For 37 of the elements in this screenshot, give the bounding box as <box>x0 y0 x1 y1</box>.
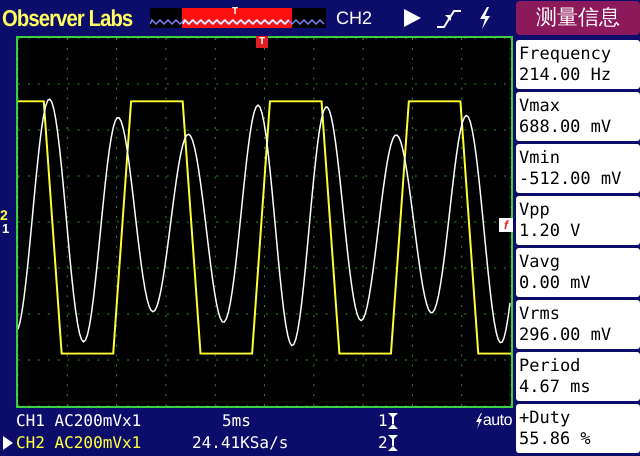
measurement-value: 4.67 ms <box>519 376 592 398</box>
measurement-value: -512.00 mV <box>519 168 622 190</box>
measurement-label: Period <box>519 356 582 376</box>
measurement-label: Vavg <box>519 252 561 272</box>
lightning-icon[interactable] <box>478 7 492 29</box>
measurement-value: 55.86 % <box>519 428 592 450</box>
ch2-marker: 2 <box>0 208 8 222</box>
lightning-icon <box>474 413 483 429</box>
measurement-label: Frequency <box>519 44 612 64</box>
active-channel: CH2 <box>336 6 372 30</box>
play-icon[interactable] <box>402 8 422 28</box>
ch1-marker: 1 <box>2 222 10 235</box>
cursor-number: 1 <box>378 410 388 432</box>
menu-title: 测量信息 <box>516 1 640 35</box>
channel-setting[interactable]: CH2 AC200mVx1 <box>16 432 192 454</box>
trigger-position-marker: T <box>256 36 268 48</box>
cursor-icon <box>388 435 398 451</box>
measurement-value: 296.00 mV <box>519 324 612 346</box>
rising-edge-icon[interactable] <box>436 7 462 29</box>
measurement-label: Vmax <box>519 96 561 116</box>
measurement-label: +Duty <box>519 408 572 428</box>
measurement-label: Vrms <box>519 304 561 324</box>
trigger-level-marker: f <box>499 218 513 232</box>
brand-logo: Observer Labs <box>2 4 130 33</box>
measurement-label: Vpp <box>519 200 551 220</box>
trigger-marker: T <box>232 7 238 17</box>
measurement-value: 688.00 mV <box>519 116 612 138</box>
measurement-label: Vmin <box>519 148 561 168</box>
cursor-number: 2 <box>378 432 388 454</box>
measurement-value: 214.00 Hz <box>519 64 612 86</box>
measurement-value: 1.20 V <box>519 220 582 242</box>
timebase: 5ms <box>221 410 252 432</box>
channel-setting[interactable]: CH1 AC200mVx1 <box>16 410 192 432</box>
sample-rate: 24.41KSa/s <box>192 432 290 454</box>
trigger-mode: auto <box>482 411 512 431</box>
cursor-icon <box>388 413 398 429</box>
measurement-value: 0.00 mV <box>519 272 592 294</box>
